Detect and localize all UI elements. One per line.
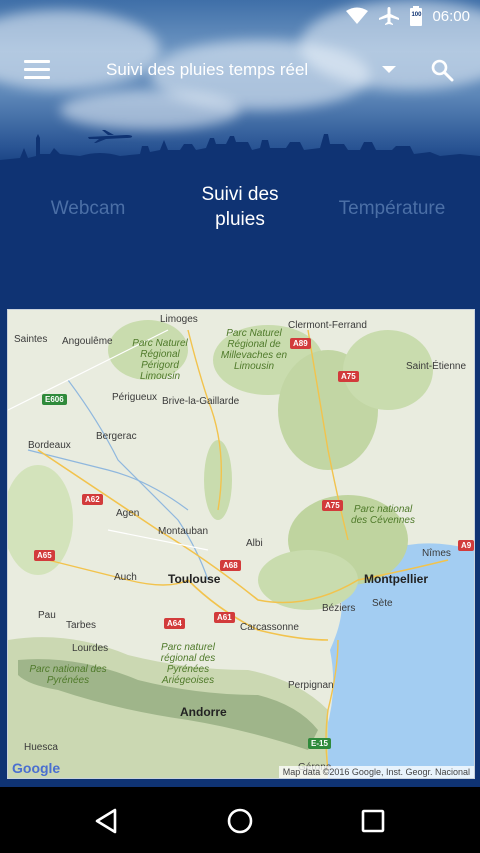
map-credit: Map data ©2016 Google, Inst. Geogr. Naci…	[278, 766, 474, 778]
park-label: Parc national des Cévennes	[351, 504, 415, 526]
road-badge: A65	[34, 550, 55, 561]
airplane-icon	[379, 7, 400, 25]
tab-webcam[interactable]: Webcam	[8, 196, 168, 221]
road-badge: E606	[42, 394, 67, 405]
road-badge: A61	[214, 612, 235, 623]
road-badge: A68	[220, 560, 241, 571]
map-terrain	[8, 320, 474, 778]
city-label: Albi	[246, 538, 263, 549]
park-label: Parc Naturel Régional de Millevaches en …	[220, 328, 288, 372]
road-badge: A9	[458, 540, 474, 551]
tab-rain-tracking[interactable]: Suivi des pluies	[160, 182, 320, 232]
home-icon[interactable]	[226, 807, 254, 835]
park-label: Parc national des Pyrénées	[29, 664, 107, 686]
page-title[interactable]: Suivi des pluies temps réel	[106, 60, 308, 80]
city-label: Carcassonne	[240, 622, 299, 633]
tab-bar: Webcam Suivi des pluies Température	[0, 172, 480, 252]
road-badge: A64	[164, 618, 185, 629]
city-label: Sète	[372, 598, 393, 609]
status-time: 06:00	[432, 7, 470, 25]
city-label: Saint-Étienne	[406, 361, 467, 372]
google-logo: Google	[12, 760, 61, 776]
road-badge: A89	[290, 338, 311, 349]
city-label: Auch	[114, 572, 137, 583]
dropdown-icon[interactable]	[382, 66, 396, 73]
battery-level: 100	[411, 12, 422, 18]
back-icon[interactable]	[93, 807, 121, 835]
city-label: Huesca	[24, 742, 58, 753]
rain-map[interactable]: Limoges Clermont-Ferrand Saintes Angoulê…	[7, 309, 475, 779]
city-label: Angoulême	[62, 336, 113, 347]
status-bar: 100 06:00	[0, 0, 480, 34]
city-label: Bergerac	[96, 431, 137, 442]
wifi-icon	[346, 7, 369, 24]
city-label: Lourdes	[72, 643, 109, 654]
menu-icon[interactable]	[24, 60, 50, 80]
city-label: Brive-la-Gaillarde	[162, 396, 240, 407]
park-label: Parc naturel régional des Pyrénées Ariég…	[160, 642, 216, 686]
road-badge: A75	[322, 500, 343, 511]
road-badge: E-15	[308, 738, 331, 749]
city-skyline	[0, 134, 480, 172]
toolbar: Suivi des pluies temps réel	[0, 40, 480, 98]
city-label: Limoges	[160, 314, 198, 325]
city-label: Saintes	[14, 334, 48, 345]
city-label: Clermont-Ferrand	[288, 320, 367, 331]
city-label: Périgueux	[112, 392, 158, 403]
road-badge: A75	[338, 371, 359, 382]
city-label: Agen	[116, 508, 140, 519]
search-icon[interactable]	[430, 58, 454, 82]
road-badge: A62	[82, 494, 103, 505]
city-label: Montpellier	[364, 572, 429, 586]
city-label: Tarbes	[66, 620, 97, 631]
city-label: Pau	[38, 610, 56, 621]
tab-temperature[interactable]: Température	[312, 196, 472, 221]
city-label: Béziers	[322, 603, 356, 614]
city-label: Bordeaux	[28, 440, 71, 451]
city-label: Nîmes	[422, 548, 451, 559]
city-label: Andorre	[180, 705, 227, 719]
city-label: Toulouse	[168, 572, 221, 586]
city-label: Perpignan	[288, 680, 334, 691]
battery-icon: 100	[410, 6, 423, 26]
recents-icon[interactable]	[359, 807, 387, 835]
city-label: Montauban	[158, 526, 209, 537]
system-nav-bar	[0, 787, 480, 853]
park-label: Parc Naturel Régional Périgord Limousin	[132, 338, 188, 382]
